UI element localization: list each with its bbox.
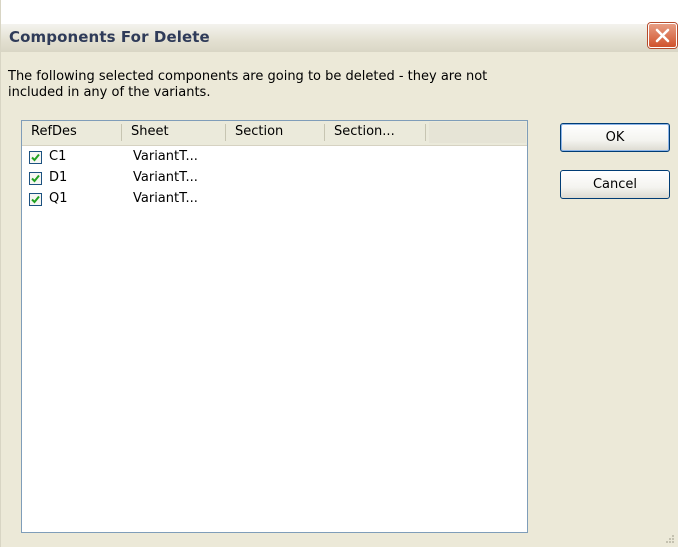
check-icon: [31, 174, 40, 183]
column-header-sheet[interactable]: Sheet: [122, 121, 224, 145]
title-bar-top: [1, 0, 678, 24]
list-header: RefDes Sheet Section Section...: [22, 121, 527, 146]
components-list[interactable]: RefDes Sheet Section Section... C1 Varia…: [21, 120, 528, 533]
cell-sheet: VariantT...: [133, 170, 198, 185]
dialog-message: The following selected components are go…: [8, 69, 488, 100]
check-icon: [31, 153, 40, 162]
row-checkbox[interactable]: [29, 151, 42, 164]
cell-refdes: D1: [49, 170, 68, 185]
column-label: Section...: [334, 124, 395, 139]
row-checkbox[interactable]: [29, 172, 42, 185]
column-header-refdes[interactable]: RefDes: [22, 121, 121, 145]
cell-sheet: VariantT...: [133, 191, 198, 206]
column-separator[interactable]: [425, 124, 426, 141]
resize-grip-icon[interactable]: [665, 534, 675, 544]
column-label: RefDes: [31, 124, 77, 139]
cell-refdes: Q1: [49, 191, 68, 206]
table-row[interactable]: C1 VariantT...: [22, 148, 527, 169]
column-label: Section: [235, 124, 284, 139]
table-row[interactable]: D1 VariantT...: [22, 169, 527, 190]
check-icon: [31, 195, 40, 204]
table-row[interactable]: Q1 VariantT...: [22, 190, 527, 211]
cancel-button[interactable]: Cancel: [560, 170, 670, 199]
column-header-section[interactable]: Section: [226, 121, 324, 145]
column-label: Sheet: [131, 124, 169, 139]
row-checkbox[interactable]: [29, 193, 42, 206]
dialog-window: Components For Delete The following sele…: [0, 0, 678, 547]
close-icon: [655, 28, 670, 43]
title-bar[interactable]: Components For Delete: [1, 0, 678, 52]
close-button[interactable]: [648, 23, 677, 48]
column-header-section-2[interactable]: Section...: [325, 121, 425, 145]
ok-button[interactable]: OK: [560, 123, 670, 152]
cell-refdes: C1: [49, 149, 67, 164]
cell-sheet: VariantT...: [133, 149, 198, 164]
column-header-filler: [429, 122, 526, 143]
window-title: Components For Delete: [9, 28, 210, 46]
